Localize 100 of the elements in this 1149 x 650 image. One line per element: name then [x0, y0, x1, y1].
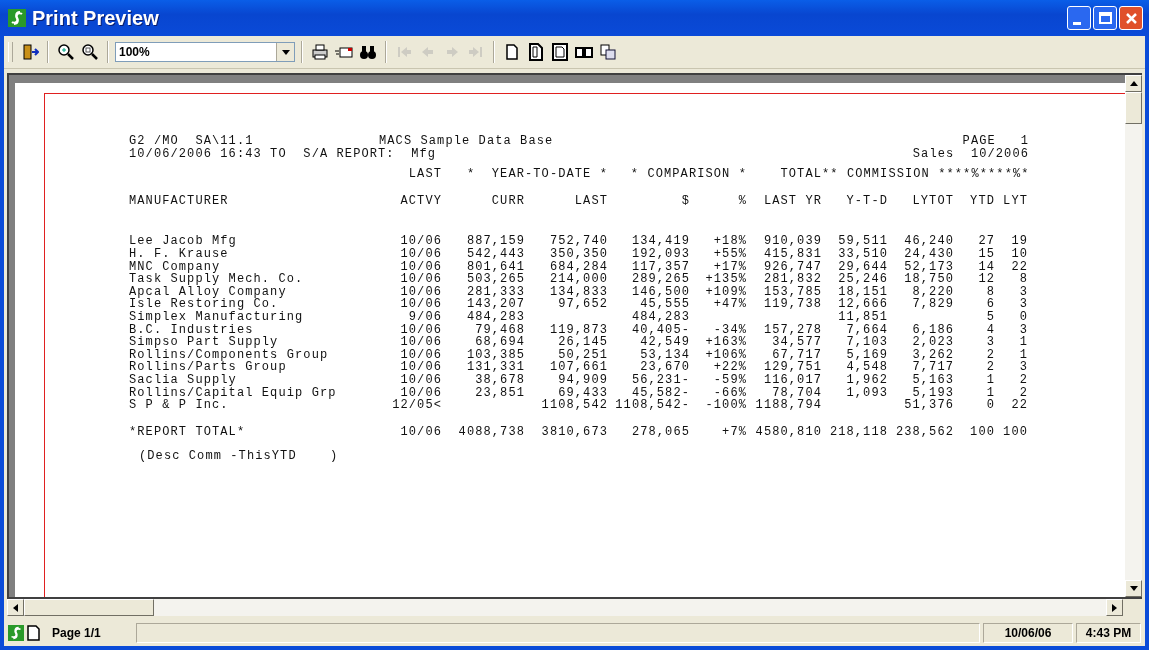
report-value: 14 [977, 260, 995, 274]
exit-icon [21, 43, 39, 61]
column-heading: ACTVY [399, 194, 442, 208]
left-arrow-icon [13, 603, 18, 612]
horizontal-scrollbar[interactable] [7, 599, 1123, 616]
report-value: 484,283 [630, 310, 690, 324]
report-header-text: PAGE 1 [961, 135, 1029, 148]
scroll-right-button[interactable] [1106, 599, 1123, 616]
column-heading: CURR [490, 194, 525, 208]
report-value: 1,962 [845, 373, 888, 387]
report-value: 542,443 [465, 247, 525, 261]
report-value: +22% [712, 361, 747, 374]
report-value: 6 [985, 298, 995, 311]
report-value: 131,331 [465, 361, 525, 374]
print-button[interactable] [309, 41, 331, 63]
report-value: 350,350 [548, 247, 608, 261]
manufacturer-name: Lee Jacob Mfg [129, 235, 238, 248]
status-date: 10/06/06 [983, 623, 1073, 643]
report-value: 10/06 [399, 373, 442, 387]
report-value: +47% [712, 298, 747, 311]
report-value: 19 [1010, 235, 1028, 248]
report-value: 23,670 [640, 361, 690, 374]
report-value: 484,283 [465, 310, 525, 324]
report-value: 7,717 [911, 361, 954, 374]
report-value: 3 [985, 336, 995, 349]
report-value: -100% [704, 399, 747, 412]
page-framed-button[interactable] [549, 41, 571, 63]
column-heading: LAST [573, 194, 608, 208]
total-value: 4580,810 [754, 425, 822, 439]
manufacturer-name: B.C. Industries [129, 323, 254, 337]
report-value: 3 [1018, 298, 1028, 311]
page-icon [27, 625, 40, 641]
report-value: 503,265 [465, 273, 525, 286]
report-value: 24,430 [903, 247, 954, 261]
app-logo-icon [8, 9, 26, 27]
scrollbar-thumb[interactable] [24, 599, 154, 616]
right-arrow-icon [1112, 603, 1117, 612]
manufacturer-name: Saclia Supply [129, 373, 237, 387]
vertical-scrollbar[interactable] [1125, 75, 1142, 597]
report-value: 117,357 [630, 260, 690, 274]
scroll-up-button[interactable] [1125, 75, 1142, 92]
total-value: 278,065 [630, 425, 690, 439]
report-value: 22 [1010, 260, 1028, 274]
report-value: 116,017 [762, 373, 822, 387]
report-value: 8,220 [911, 285, 954, 299]
scroll-down-button[interactable] [1125, 580, 1142, 597]
minimize-icon [1073, 21, 1081, 25]
down-arrow-icon [1129, 586, 1138, 591]
column-heading: $ [680, 194, 690, 208]
copy-button[interactable] [597, 41, 619, 63]
report-value: 10/06 [399, 298, 442, 311]
report-value: 910,039 [762, 235, 822, 248]
close-button[interactable] [1119, 6, 1143, 30]
report-value: 27 [977, 235, 995, 248]
report-value: 3 [1018, 361, 1028, 374]
report-value: 10/06 [399, 361, 442, 374]
report-value: 18,750 [903, 273, 954, 286]
scrollbar-thumb[interactable] [1125, 92, 1142, 124]
column-heading: LYTOT [911, 194, 954, 208]
report-value: 29,644 [837, 260, 888, 274]
column-heading: YTD [969, 194, 995, 208]
report-value: 3 [1018, 323, 1028, 337]
report-title: MACS Sample Data Base [379, 135, 555, 148]
scroll-left-button[interactable] [7, 599, 24, 616]
column-heading: LAST YR [762, 194, 822, 208]
report-value: 45,582- [631, 386, 690, 400]
report-value: +17% [713, 260, 747, 274]
report-value: 7,829 [911, 298, 954, 311]
dropdown-button[interactable] [276, 43, 294, 61]
zoom-value: 100% [118, 44, 151, 61]
manufacturer-name: S P & P Inc. [129, 399, 229, 412]
report-note: (Desc Comm -ThisYTD ) [139, 450, 340, 463]
zoom-dropdown[interactable]: 100% [115, 42, 295, 62]
report-value: 134,833 [548, 285, 608, 299]
maximize-button[interactable] [1093, 6, 1117, 30]
report-value: 10/06 [399, 273, 442, 286]
report-value: 2 [985, 361, 995, 374]
report-value: 1188,794 [754, 399, 822, 412]
report-value: 134,419 [630, 235, 690, 248]
report-value: -34% [713, 323, 747, 337]
report-value: 7,664 [845, 323, 888, 337]
report-value: 684,284 [548, 260, 608, 274]
report-value: 25,246 [837, 273, 888, 286]
report-value: 8 [985, 285, 995, 299]
total-value: +7% [721, 425, 747, 439]
report-value: 34,577 [771, 336, 822, 349]
report-value: 12 [977, 273, 995, 286]
column-heading: LYT [1002, 194, 1028, 208]
report-value: 45,555 [640, 298, 690, 311]
report-value: +135% [704, 273, 747, 286]
report-value: 281,333 [465, 285, 525, 299]
report-value: 56,231- [630, 373, 690, 387]
minimize-button[interactable] [1067, 6, 1091, 30]
report-value: 107,661 [548, 361, 608, 374]
report-value: 7,103 [845, 336, 888, 349]
report-value: 52,173 [903, 260, 954, 274]
report-value: +55% [712, 247, 747, 261]
column-group-heading: ** COMMISSION ****%****%* [822, 168, 1028, 181]
report-value: 0 [1018, 310, 1028, 324]
manufacturer-name: Rollins/Parts Group [129, 361, 287, 374]
